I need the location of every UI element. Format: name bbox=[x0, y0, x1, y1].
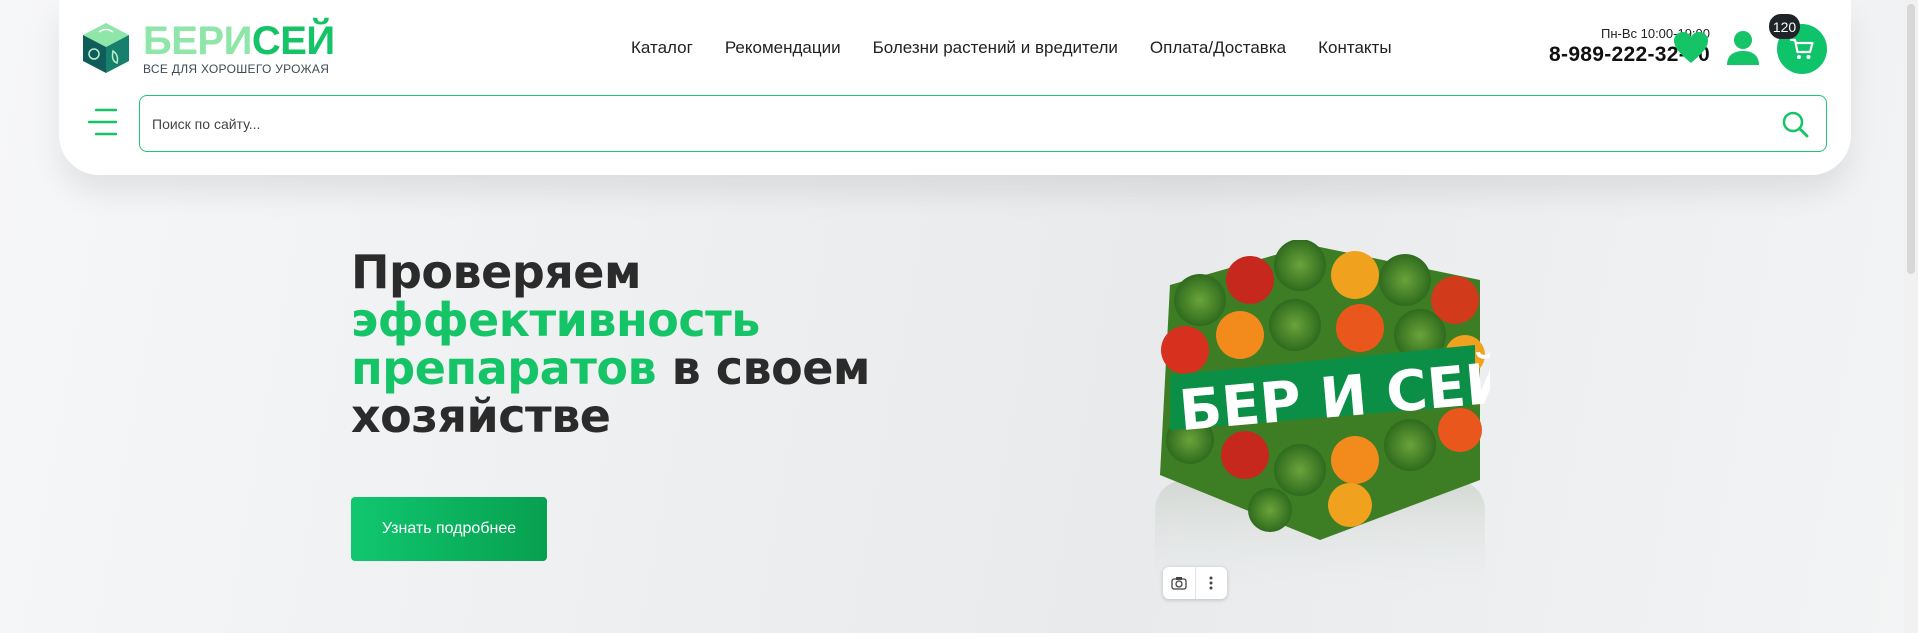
nav-plant-diseases[interactable]: Болезни растений и вредители bbox=[873, 38, 1118, 58]
nav-catalog[interactable]: Каталог bbox=[631, 38, 693, 58]
hero-title-line1: Проверяем bbox=[351, 245, 642, 299]
hero-vegetable-cube-image: БЕР И СЕЙ bbox=[1150, 239, 1515, 610]
more-vertical-icon bbox=[1209, 576, 1213, 590]
heart-icon bbox=[1674, 32, 1708, 63]
page-scrollbar[interactable] bbox=[1904, 0, 1918, 633]
logo-brand-part1: БЕРИ bbox=[143, 18, 252, 63]
logo-brand-part2: СЕЙ bbox=[251, 18, 335, 63]
cart-count-badge: 120 bbox=[1769, 14, 1800, 39]
user-icon bbox=[1727, 31, 1759, 65]
logo[interactable]: БЕРИСЕЙ ВСЕ ДЛЯ ХОРОШЕГО УРОЖАЯ bbox=[81, 20, 341, 76]
image-toolbar bbox=[1163, 567, 1227, 599]
catalog-menu-button[interactable] bbox=[87, 107, 118, 137]
menu-icon bbox=[87, 108, 118, 136]
image-search-button[interactable] bbox=[1163, 567, 1195, 599]
vegetable-cube-illustration: БЕР И СЕЙ bbox=[1155, 239, 1515, 605]
hero-title-rest1: в своем bbox=[671, 341, 871, 395]
scrollbar-thumb[interactable] bbox=[1907, 4, 1915, 274]
hero-title-rest2: хозяйстве bbox=[351, 389, 611, 443]
nav-recommendations[interactable]: Рекомендации bbox=[725, 38, 841, 58]
nav-contacts[interactable]: Контакты bbox=[1318, 38, 1391, 58]
site-header: БЕРИСЕЙ ВСЕ ДЛЯ ХОРОШЕГО УРОЖАЯ Каталог … bbox=[59, 0, 1851, 175]
search-icon[interactable] bbox=[1780, 109, 1810, 139]
camera-icon bbox=[1171, 577, 1187, 590]
search-input[interactable] bbox=[140, 96, 1780, 151]
cart-icon bbox=[1790, 38, 1814, 59]
image-more-button[interactable] bbox=[1194, 567, 1228, 599]
main-nav: Каталог Рекомендации Болезни растений и … bbox=[631, 38, 1424, 58]
search-bar bbox=[139, 95, 1827, 152]
logo-tagline: ВСЕ ДЛЯ ХОРОШЕГО УРОЖАЯ bbox=[143, 61, 330, 76]
favorites-button[interactable] bbox=[1672, 29, 1710, 67]
logo-brand: БЕРИСЕЙ bbox=[143, 21, 335, 61]
account-button[interactable] bbox=[1724, 29, 1762, 67]
nav-payment-delivery[interactable]: Оплата/Доставка bbox=[1150, 38, 1286, 58]
logo-cube-icon bbox=[83, 23, 129, 73]
learn-more-button[interactable]: Узнать подробнее bbox=[351, 497, 547, 561]
hero-title: Проверяем эффективность препаратов в сво… bbox=[351, 248, 911, 440]
